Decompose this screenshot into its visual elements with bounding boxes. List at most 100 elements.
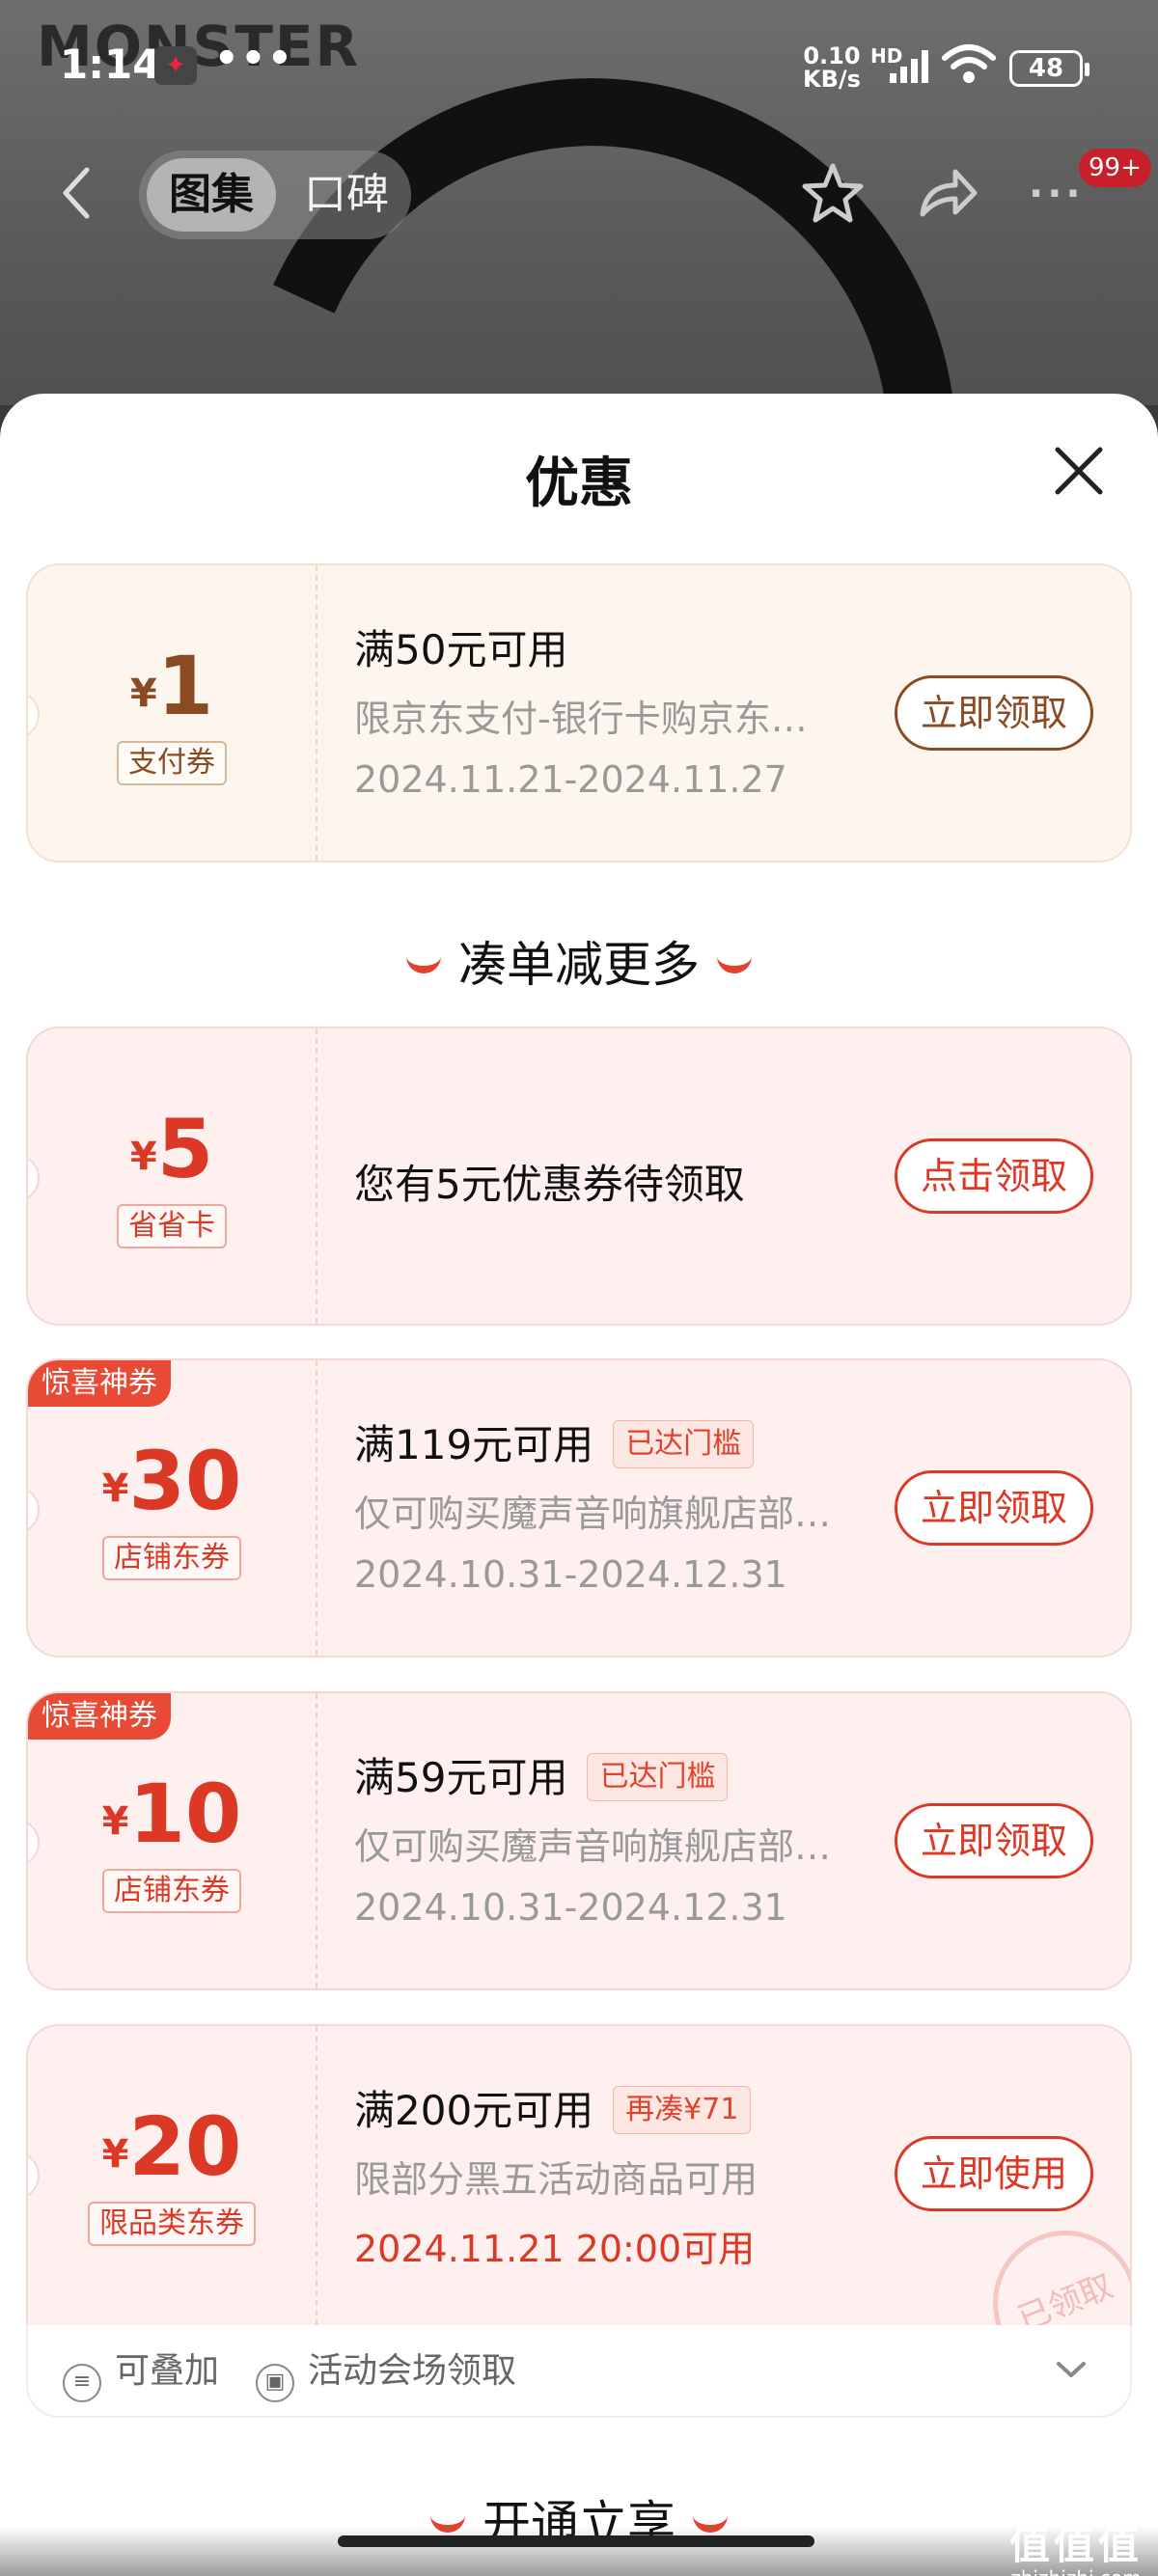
tab-gallery[interactable]: 图集 bbox=[147, 158, 276, 232]
claimed-stamp: 已领取 bbox=[971, 2208, 1130, 2325]
section-heading-text: 凑单减更多 bbox=[458, 937, 700, 993]
coupon-title: 满200元可用 再凑¥71 bbox=[354, 2078, 752, 2137]
chevron-down-icon[interactable] bbox=[1055, 2358, 1088, 2381]
product-page-background: MONSTER 1:14 ✦ ••• 0.10 KB/s HD 48 图集 口碑 bbox=[0, 0, 1158, 405]
currency-symbol: ¥ bbox=[129, 1135, 157, 1179]
coupon-features-bar[interactable]: ≡ 可叠加 ▣ 活动会场领取 bbox=[26, 2325, 1132, 2418]
coupon-sheet: 优惠 ¥1 支付券 满50元可用 限京东支付-银行卡购京东… 2024.11.2… bbox=[0, 394, 1158, 2576]
coupon-type-label: 限品类东券 bbox=[88, 2202, 256, 2246]
home-indicator[interactable] bbox=[338, 2535, 814, 2547]
coupon-amount-value: 30 bbox=[128, 1434, 242, 1528]
coupon-description: 仅可购买魔声音响旗舰店部… bbox=[354, 1825, 832, 1868]
coupon-date-range: 2024.10.31-2024.12.31 bbox=[354, 1553, 787, 1596]
close-icon[interactable] bbox=[1052, 444, 1106, 498]
coupon-title-text: 满59元可用 bbox=[354, 1754, 568, 1801]
coupon-card-savings: ¥5 省省卡 您有5元优惠券待领取 点击领取 bbox=[26, 1027, 1132, 1326]
coupon-amount-value: 20 bbox=[128, 2099, 242, 2194]
coupon-description: 限部分黑五活动商品可用 bbox=[354, 2158, 758, 2201]
watermark-logo-text: 值值值 bbox=[1009, 2521, 1144, 2568]
coupon-amount-value: 1 bbox=[156, 639, 214, 733]
coupon-card-category-20: ¥20 限品类东券 满200元可用 再凑¥71 限部分黑五活动商品可用 2024.… bbox=[26, 2024, 1132, 2327]
coupon-amount: ¥20 bbox=[28, 2099, 316, 2194]
coupon-type-label: 省省卡 bbox=[117, 1204, 227, 1248]
coupon-type-tag: 限品类东券 bbox=[28, 2202, 316, 2246]
coupon-description: 仅可购买魔声音响旗舰店部… bbox=[354, 1493, 832, 1535]
coupon-title: 您有5元优惠券待领取 bbox=[354, 1161, 745, 1208]
coupon-title-text: 满200元可用 bbox=[354, 2087, 594, 2134]
coupon-divider bbox=[316, 565, 317, 861]
share-icon[interactable] bbox=[915, 164, 979, 222]
coupon-date-range: 2024.11.21-2024.11.27 bbox=[354, 758, 787, 801]
heading-decoration bbox=[717, 956, 752, 973]
coupon-card-store-30: 惊喜神券 ¥30 店铺东券 满119元可用 已达门槛 仅可购买魔声音响旗舰店部… … bbox=[26, 1358, 1132, 1658]
app-notification-icon: ✦ bbox=[154, 46, 197, 85]
feature-label: 可叠加 bbox=[115, 2351, 220, 2391]
coupon-card-store-10: 惊喜神券 ¥10 店铺东券 满59元可用 已达门槛 仅可购买魔声音响旗舰店部… 2… bbox=[26, 1691, 1132, 1990]
status-bar: 1:14 ✦ ••• 0.10 KB/s HD 48 bbox=[0, 0, 1158, 125]
coupon-type-tag: 店铺东券 bbox=[28, 1536, 316, 1580]
coupon-type-tag: 店铺东券 bbox=[28, 1869, 316, 1913]
tab-reviews[interactable]: 口碑 bbox=[293, 158, 400, 232]
claim-button[interactable]: 立即领取 bbox=[895, 1470, 1093, 1546]
bottom-gesture-area bbox=[0, 2526, 1158, 2576]
coupon-date-range: 2024.10.31-2024.12.31 bbox=[354, 1886, 787, 1929]
coupon-divider bbox=[316, 2026, 317, 2325]
coupon-amount: ¥5 bbox=[28, 1102, 316, 1196]
status-time: 1:14 bbox=[60, 41, 161, 88]
wifi-icon bbox=[942, 44, 996, 83]
coupon-description: 限京东支付-银行卡购京东… bbox=[354, 698, 808, 740]
heading-decoration bbox=[406, 956, 441, 973]
more-notifications-icon: ••• bbox=[214, 37, 294, 81]
coupon-divider bbox=[316, 1693, 317, 1988]
stack-icon: ≡ bbox=[63, 2364, 101, 2402]
gap-amount-badge: 再凑¥71 bbox=[613, 2086, 752, 2134]
more-options-icon[interactable]: ··· bbox=[1029, 172, 1085, 216]
feature-venue-claim: ▣ 活动会场领取 bbox=[256, 2344, 516, 2402]
watermark-url: zhizhizhi.com bbox=[1010, 2566, 1141, 2576]
threshold-badge: 已达门槛 bbox=[613, 1420, 755, 1468]
coupon-title: 满59元可用 已达门槛 bbox=[354, 1745, 729, 1804]
coupon-type-label: 店铺东券 bbox=[102, 1536, 241, 1580]
coupon-amount: ¥10 bbox=[28, 1767, 316, 1861]
currency-symbol: ¥ bbox=[101, 1799, 129, 1844]
use-now-button[interactable]: 立即使用 bbox=[895, 2136, 1093, 2211]
claim-button[interactable]: 立即领取 bbox=[895, 1803, 1093, 1878]
coupon-type-label: 店铺东券 bbox=[102, 1869, 241, 1913]
feature-stackable: ≡ 可叠加 bbox=[63, 2344, 219, 2402]
coupon-type-tag: 支付券 bbox=[28, 741, 316, 785]
surprise-coupon-tag: 惊喜神券 bbox=[28, 1693, 171, 1740]
claim-button[interactable]: 点击领取 bbox=[895, 1138, 1093, 1214]
coupon-amount: ¥30 bbox=[28, 1434, 316, 1528]
section-heading-more-savings: 凑单减更多 bbox=[0, 926, 1158, 996]
feature-label: 活动会场领取 bbox=[308, 2351, 517, 2391]
coupon-amount-value: 10 bbox=[128, 1767, 242, 1861]
coupon-title: 满50元可用 bbox=[354, 626, 568, 673]
coupon-divider bbox=[316, 1360, 317, 1656]
sheet-title: 优惠 bbox=[525, 452, 633, 515]
coupon-amount-value: 5 bbox=[156, 1102, 214, 1196]
currency-symbol: ¥ bbox=[101, 1466, 129, 1511]
site-watermark: 值值值 zhizhizhi.com bbox=[1009, 2524, 1143, 2576]
message-count-badge: 99+ bbox=[1079, 149, 1151, 187]
claim-button[interactable]: 立即领取 bbox=[895, 675, 1093, 751]
coupon-type-tag: 省省卡 bbox=[28, 1204, 316, 1248]
coupon-title-text: 满119元可用 bbox=[354, 1421, 594, 1468]
coupon-start-time: 2024.11.21 20:00可用 bbox=[354, 2228, 756, 2270]
threshold-badge: 已达门槛 bbox=[587, 1753, 729, 1801]
coupon-type-label: 支付券 bbox=[117, 741, 227, 785]
battery-indicator: 48 bbox=[1009, 50, 1089, 87]
coupon-divider bbox=[316, 1028, 317, 1324]
venue-icon: ▣ bbox=[256, 2364, 294, 2402]
network-speed-unit: KB/s bbox=[803, 66, 861, 93]
cellular-signal-icon bbox=[890, 50, 928, 83]
coupon-title: 满119元可用 已达门槛 bbox=[354, 1412, 755, 1471]
coupon-amount: ¥1 bbox=[28, 639, 316, 733]
surprise-coupon-tag: 惊喜神券 bbox=[28, 1360, 171, 1407]
back-arrow-icon[interactable] bbox=[58, 164, 96, 222]
media-tab-switcher: 图集 口碑 bbox=[139, 151, 411, 239]
currency-symbol: ¥ bbox=[129, 671, 157, 716]
favorite-star-icon[interactable] bbox=[799, 160, 867, 228]
coupon-card-pay: ¥1 支付券 满50元可用 限京东支付-银行卡购京东… 2024.11.21-2… bbox=[26, 563, 1132, 863]
currency-symbol: ¥ bbox=[101, 2132, 129, 2177]
network-speed: 0.10 KB/s bbox=[803, 44, 861, 91]
